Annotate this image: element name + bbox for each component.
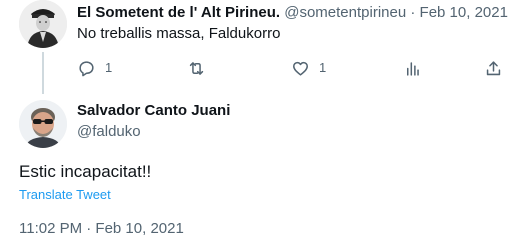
retweet-button[interactable] <box>187 56 206 80</box>
separator-dot: · <box>410 4 416 21</box>
share-button[interactable] <box>484 56 503 80</box>
avatar-image <box>19 100 67 148</box>
share-icon <box>486 60 501 75</box>
like-button[interactable]: 1 <box>291 56 326 80</box>
main-avatar[interactable] <box>19 100 67 148</box>
reply-button[interactable]: 1 <box>77 56 112 80</box>
parent-tweet-text: No treballis massa, Faldukorro <box>77 25 281 42</box>
heart-icon <box>293 61 308 76</box>
analytics-icon <box>406 61 419 76</box>
retweet-icon <box>189 61 204 75</box>
parent-tweet-header: El Sometent de l' Alt Pirineu. @sometent… <box>77 3 508 23</box>
like-count: 1 <box>319 60 327 75</box>
parent-display-name[interactable]: El Sometent de l' Alt Pirineu. <box>77 4 280 21</box>
parent-handle[interactable]: @sometentpirineu <box>284 4 406 21</box>
reply-icon <box>79 60 94 76</box>
tweet-timestamp[interactable]: 11:02 PM · Feb 10, 2021 <box>19 219 184 239</box>
main-tweet-text: Estic incapacitat!! <box>19 162 152 181</box>
parent-avatar[interactable] <box>19 0 67 48</box>
views-button[interactable] <box>403 56 422 80</box>
main-handle[interactable]: @falduko <box>77 122 141 142</box>
avatar-image <box>19 0 67 48</box>
parent-action-bar: 1 1 <box>0 56 529 80</box>
translate-tweet-link[interactable]: Translate Tweet <box>19 187 111 203</box>
main-display-name[interactable]: Salvador Canto Juani <box>77 101 230 121</box>
parent-date[interactable]: Feb 10, 2021 <box>420 4 508 21</box>
reply-count: 1 <box>105 60 113 75</box>
